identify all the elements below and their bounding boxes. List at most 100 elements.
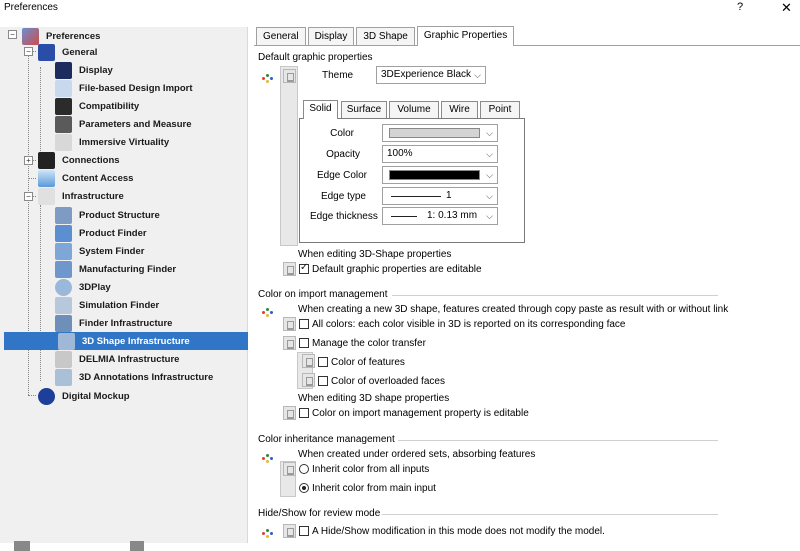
color-label: Color [330, 128, 354, 139]
edge-color-select[interactable]: ⌵ [382, 166, 498, 184]
tree-item-compatibility[interactable]: Compatibility [55, 97, 139, 115]
subtab-point[interactable]: Point [480, 101, 520, 119]
opacity-select[interactable]: 100% ⌵ [382, 145, 498, 163]
product-finder-icon [55, 224, 72, 242]
edge-type-label: Edge type [320, 191, 366, 202]
tree-item-file-import[interactable]: File-based Design Import [55, 79, 193, 97]
tree-item-product-finder[interactable]: Product Finder [55, 224, 147, 242]
finder-infrastructure-icon [55, 314, 72, 332]
manufacturing-finder-icon [55, 260, 72, 278]
preferences-tree[interactable]: − − + − Preferences General Display File… [0, 27, 248, 543]
import-editable-checkbox[interactable] [299, 408, 309, 418]
all-colors-checkbox[interactable] [299, 319, 309, 329]
color-features-label: Color of features [331, 357, 405, 368]
tree-item-product-structure[interactable]: Product Structure [55, 206, 160, 224]
lock-bar [280, 66, 298, 246]
edge-thickness-select[interactable]: 1: 0.13 mm ⌵ [382, 207, 498, 225]
tab-graphic-properties[interactable]: Graphic Properties [416, 26, 515, 46]
tree-item-display[interactable]: Display [55, 61, 113, 79]
color-select[interactable]: ⌵ [382, 124, 498, 142]
thickness-line-sample [391, 216, 417, 217]
lock-icon[interactable] [302, 354, 315, 368]
subtab-wire[interactable]: Wire [441, 101, 478, 119]
inherit-main-label: Inherit color from main input [312, 483, 436, 494]
subtab-volume[interactable]: Volume [389, 101, 439, 119]
collapse-infrastructure[interactable]: − [24, 192, 33, 201]
tree-item-parameters[interactable]: Parameters and Measure [55, 115, 191, 133]
compatibility-icon [55, 97, 72, 115]
product-structure-icon [55, 206, 72, 224]
hide-show-checkbox[interactable] [299, 526, 309, 536]
settings-dots-icon [262, 527, 276, 539]
tree-item-content-access[interactable]: Content Access [38, 169, 133, 187]
annotations-icon [55, 368, 72, 386]
inherit-all-label: Inherit color from all inputs [312, 464, 430, 475]
collapse-preferences[interactable]: − [8, 30, 17, 39]
expand-connections[interactable]: + [24, 156, 33, 165]
manage-transfer-checkbox[interactable] [299, 338, 309, 348]
system-finder-icon [55, 242, 72, 260]
lock-icon[interactable] [283, 262, 296, 276]
color-overloaded-checkbox[interactable] [318, 376, 328, 386]
tree-item-3dplay[interactable]: 3DPlay [55, 278, 111, 296]
editable-checkbox[interactable] [299, 262, 309, 274]
section-default-graphic: Default graphic properties [258, 52, 373, 63]
3d-shape-icon [58, 332, 75, 350]
lock-icon[interactable] [283, 406, 296, 420]
settings-dots-icon [262, 72, 276, 84]
tree-item-connections[interactable]: Connections [38, 151, 120, 169]
edge-color-label: Edge Color [316, 170, 367, 181]
tree-item-manufacturing-finder[interactable]: Manufacturing Finder [55, 260, 176, 278]
tab-display[interactable]: Display [307, 27, 355, 46]
preferences-icon [22, 27, 39, 45]
tab-3d-shape[interactable]: 3D Shape [356, 27, 415, 46]
lock-icon[interactable] [283, 317, 296, 331]
settings-dots-icon [262, 452, 276, 464]
tree-item-virtuality[interactable]: Immersive Virtuality [55, 133, 169, 151]
tree-item-delmia[interactable]: DELMIA Infrastructure [55, 350, 179, 368]
collapse-general[interactable]: − [24, 47, 33, 56]
lock-icon[interactable] [283, 462, 296, 476]
infrastructure-icon [38, 187, 55, 205]
virtuality-icon [55, 133, 72, 151]
subtab-surface[interactable]: Surface [341, 101, 387, 119]
lock-icon[interactable] [302, 373, 315, 387]
tab-general[interactable]: General [256, 27, 306, 46]
file-import-icon [55, 79, 72, 97]
tree-item-system-finder[interactable]: System Finder [55, 242, 144, 260]
close-button[interactable]: ✕ [781, 0, 792, 16]
chevron-down-icon: ⌵ [486, 211, 493, 221]
lock-icon[interactable] [283, 69, 296, 83]
content-access-icon [38, 169, 55, 187]
tree-item-finder-infrastructure[interactable]: Finder Infrastructure [55, 314, 172, 332]
title-bar: Preferences ? ✕ [0, 0, 800, 18]
all-colors-label: All colors: each color visible in 3D is … [312, 319, 626, 330]
subtab-solid[interactable]: Solid [303, 100, 338, 119]
tree-item-general[interactable]: General [38, 43, 97, 61]
tree-item-3d-annotations[interactable]: 3D Annotations Infrastructure [55, 368, 213, 386]
color-features-checkbox[interactable] [318, 357, 328, 367]
section-color-inheritance: Color inheritance management [258, 434, 395, 445]
tree-item-digital-mockup[interactable]: Digital Mockup [38, 387, 130, 405]
delmia-icon [55, 350, 72, 368]
tool-icon-left [14, 541, 30, 551]
edge-type-select[interactable]: 1 ⌵ [382, 187, 498, 205]
inherit-all-radio[interactable] [299, 464, 309, 474]
lock-icon[interactable] [283, 524, 296, 538]
inherit-main-radio[interactable] [299, 483, 309, 493]
tool-icon-right [130, 541, 144, 551]
edge-thickness-label: Edge thickness [310, 211, 378, 222]
color-overloaded-label: Color of overloaded faces [331, 376, 445, 387]
digital-mockup-icon [38, 387, 55, 405]
simulation-finder-icon [55, 296, 72, 314]
tree-item-simulation-finder[interactable]: Simulation Finder [55, 296, 159, 314]
tab-bar: General Display 3D Shape Graphic Propert… [256, 26, 516, 46]
general-icon [38, 43, 55, 61]
tree-item-infrastructure[interactable]: Infrastructure [38, 187, 124, 205]
window-title: Preferences [4, 2, 58, 13]
creating-text: When creating a new 3D shape, features c… [298, 304, 729, 315]
theme-select[interactable]: 3DExperience Black ⌵ [376, 66, 486, 84]
help-button[interactable]: ? [737, 1, 743, 13]
lock-icon[interactable] [283, 336, 296, 350]
tree-item-3d-shape-infrastructure[interactable]: 3D Shape Infrastructure [4, 332, 248, 350]
